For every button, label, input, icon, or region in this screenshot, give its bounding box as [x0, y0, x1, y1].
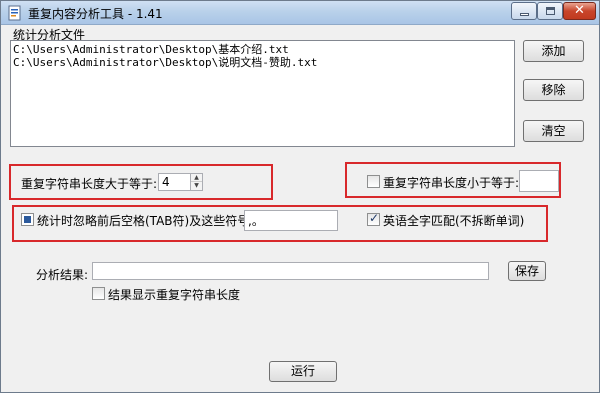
main-window: 重复内容分析工具 - 1.41 ✕ 统计分析文件 C:\Users\Admini…	[0, 0, 600, 393]
add-button[interactable]: 添加	[523, 40, 584, 62]
maximize-button[interactable]	[537, 2, 563, 20]
minimize-button[interactable]	[511, 2, 537, 20]
save-button[interactable]: 保存	[508, 261, 546, 281]
min-length-label: 重复字符串长度大于等于:	[21, 177, 158, 191]
stepper-up-icon[interactable]: ▲	[191, 174, 202, 182]
maximize-icon	[546, 7, 555, 15]
title-bar[interactable]: 重复内容分析工具 - 1.41 ✕	[1, 1, 599, 25]
max-length-checkbox[interactable]	[367, 175, 380, 188]
show-length-label: 结果显示重复字符串长度	[108, 288, 241, 302]
list-item[interactable]: C:\Users\Administrator\Desktop\说明文档-赞助.t…	[13, 56, 512, 69]
english-whole-word-checkbox[interactable]	[367, 211, 380, 226]
english-whole-word-label: 英语全字匹配(不拆断单词)	[383, 214, 525, 228]
ignore-symbols-input[interactable]: ,。	[244, 210, 338, 231]
run-button[interactable]: 运行	[269, 361, 337, 382]
max-length-input[interactable]	[519, 170, 559, 192]
min-length-stepper[interactable]: 4 ▲ ▼	[158, 173, 203, 191]
stepper-down-icon[interactable]: ▼	[191, 182, 202, 190]
app-icon	[8, 5, 21, 21]
window-title: 重复内容分析工具 - 1.41	[28, 7, 163, 21]
ignore-symbols-checkbox[interactable]	[21, 213, 34, 226]
max-length-label: 重复字符串长度小于等于:	[383, 176, 520, 190]
close-button[interactable]: ✕	[563, 2, 596, 20]
stepper-buttons: ▲ ▼	[190, 174, 202, 190]
ignore-symbols-label: 统计时忽略前后空格(TAB符)及这些符号:	[37, 214, 254, 228]
file-list[interactable]: C:\Users\Administrator\Desktop\基本介绍.txt …	[10, 40, 515, 147]
result-label: 分析结果:	[36, 268, 89, 282]
remove-button[interactable]: 移除	[523, 79, 584, 101]
minimize-icon	[520, 13, 529, 16]
min-length-value[interactable]: 4	[162, 175, 170, 189]
close-icon: ✕	[574, 3, 585, 18]
show-length-checkbox[interactable]	[92, 287, 105, 300]
result-path-input[interactable]	[92, 262, 489, 280]
list-item[interactable]: C:\Users\Administrator\Desktop\基本介绍.txt	[13, 43, 512, 56]
clear-button[interactable]: 清空	[523, 120, 584, 142]
